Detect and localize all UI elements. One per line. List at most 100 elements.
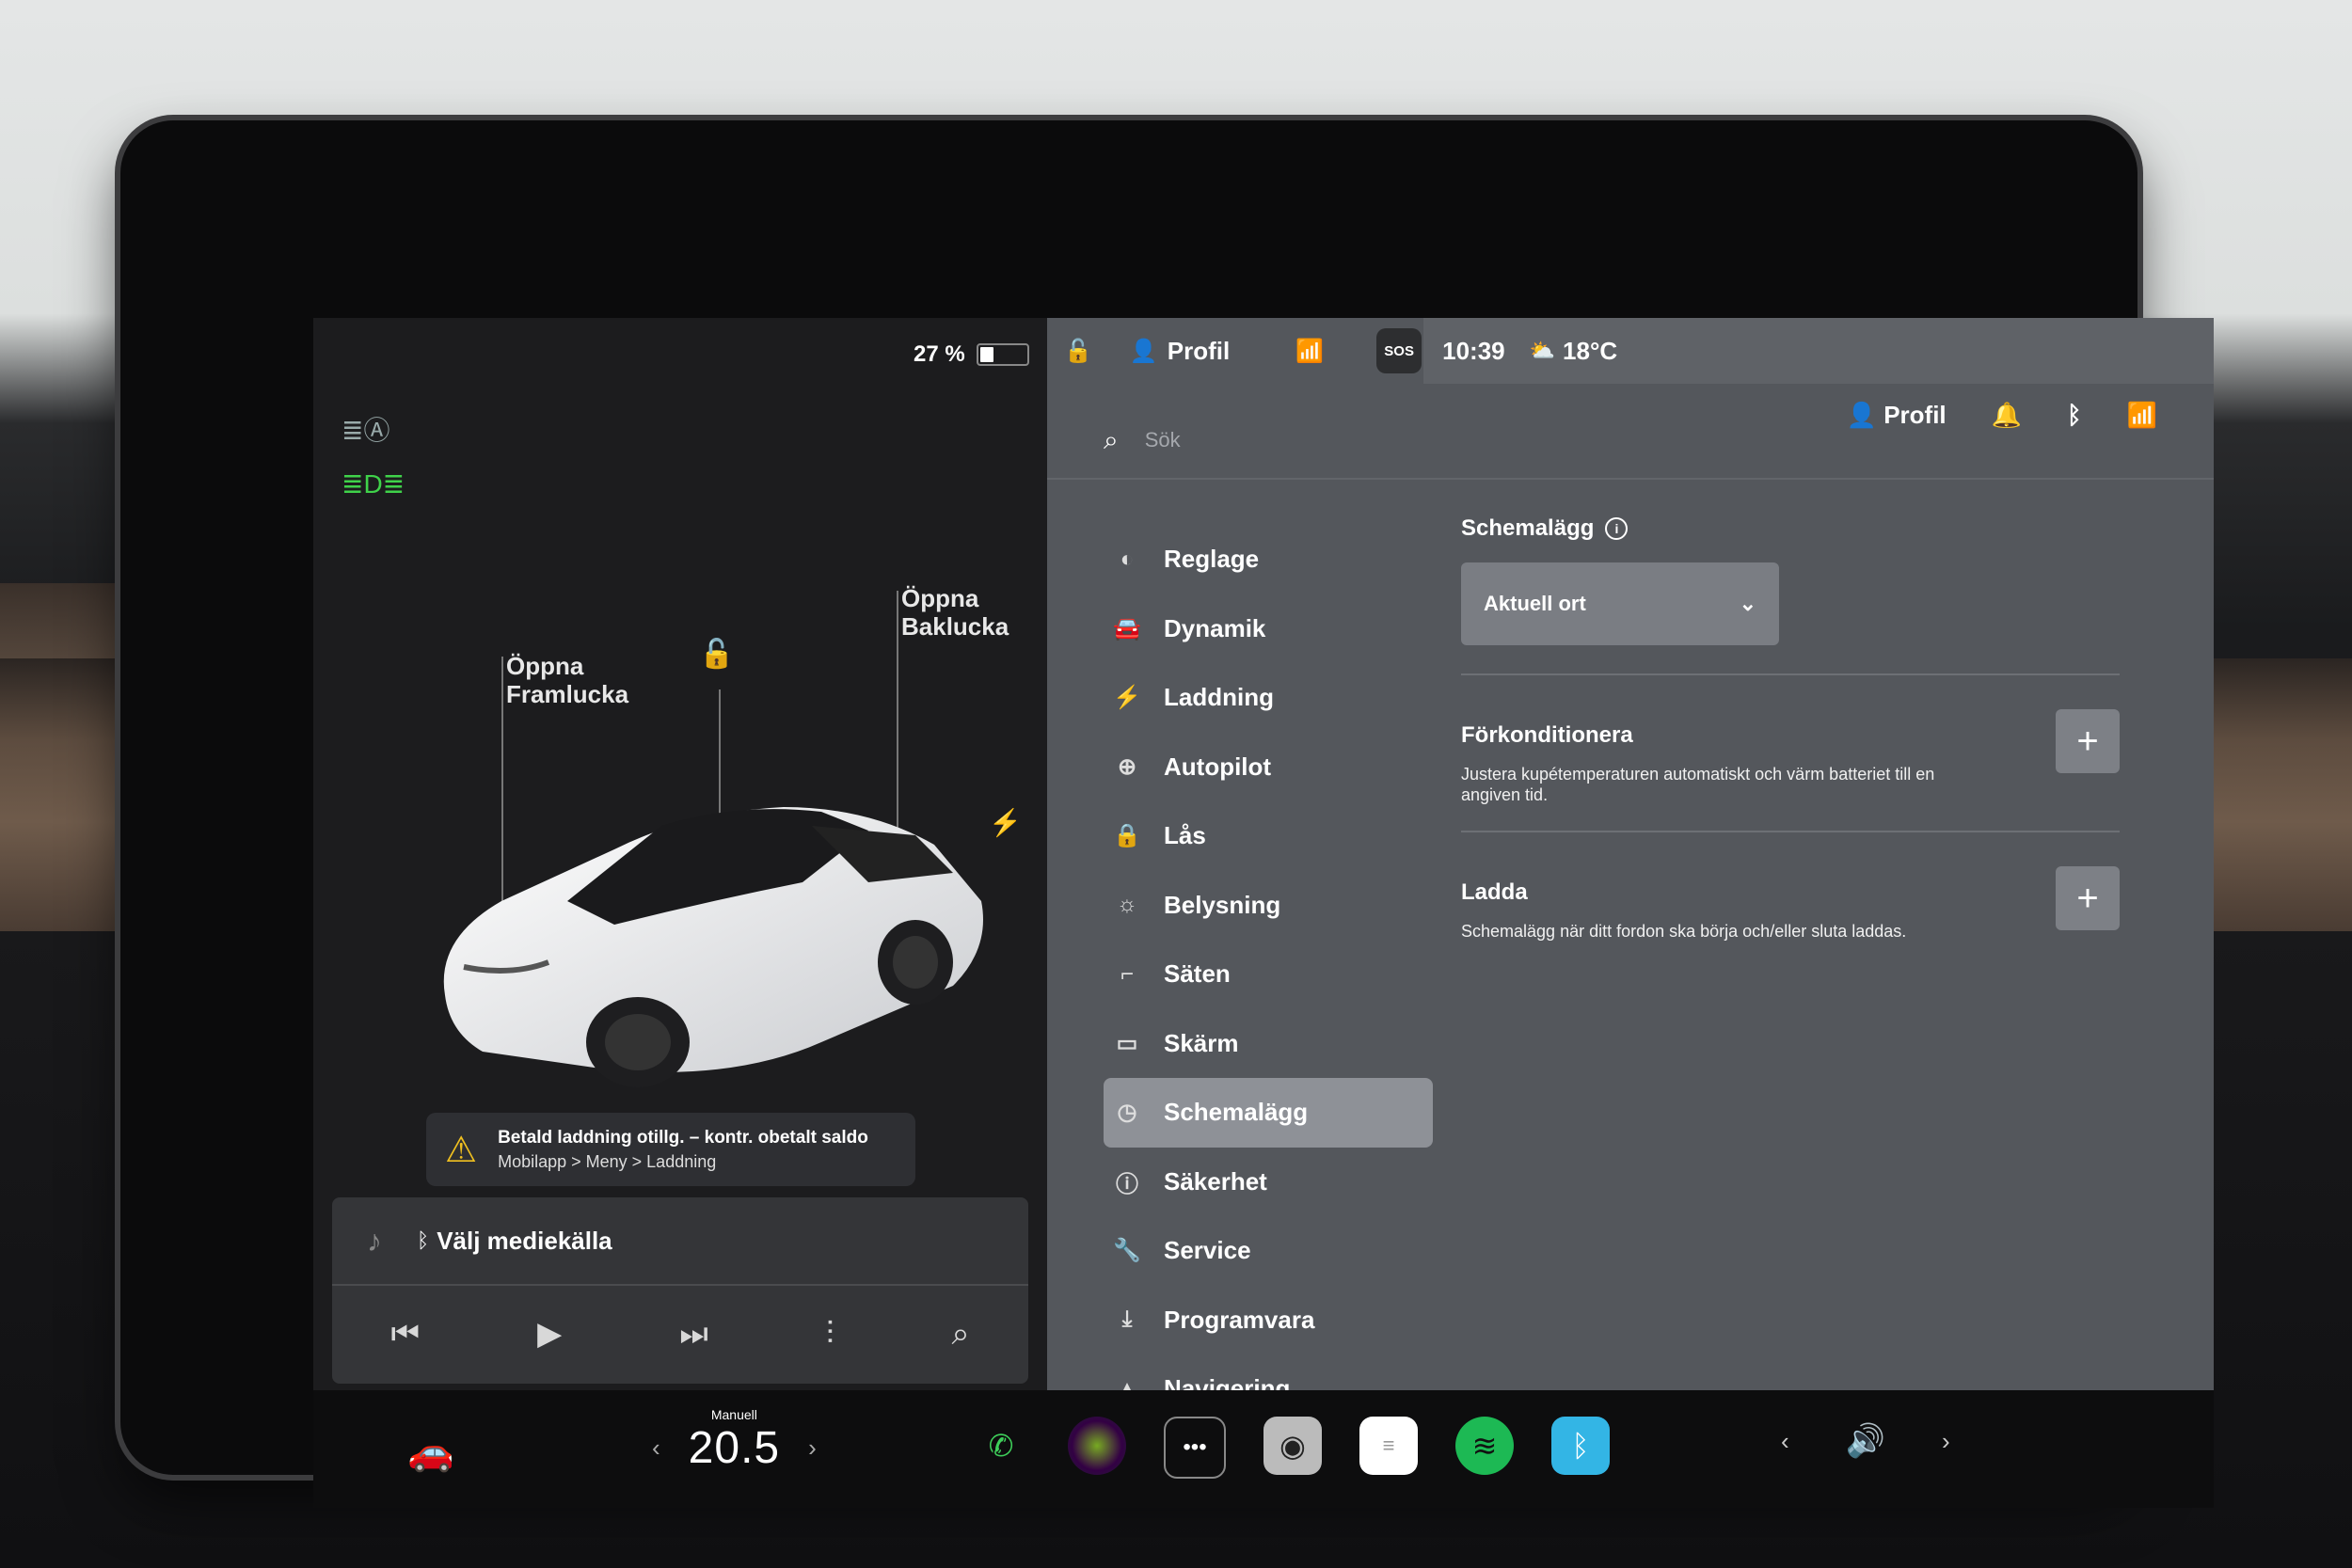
clock: 10:39 xyxy=(1442,336,1505,365)
open-trunk-label[interactable]: Öppna Baklucka xyxy=(901,584,1009,641)
warning-path: Mobilapp > Meny > Laddning xyxy=(498,1151,717,1171)
previous-track-icon[interactable]: ⏮ xyxy=(391,1316,421,1353)
bluetooth-app-icon[interactable]: ᛒ xyxy=(1551,1417,1610,1475)
equalizer-icon[interactable]: ⫶ xyxy=(826,1316,834,1353)
car-controls-icon[interactable]: 🚗 xyxy=(407,1430,454,1474)
menu-item-service[interactable]: 🔧 Service xyxy=(1104,1216,1433,1286)
menu-item-label: Schemalägg xyxy=(1164,1098,1309,1127)
spotify-icon[interactable]: ≋ xyxy=(1455,1417,1514,1475)
notification-bell-icon[interactable]: 🔔 xyxy=(1992,401,2022,430)
menu-item-säten[interactable]: ⌐ Säten xyxy=(1104,940,1433,1009)
volume-control: ‹ 🔊 › xyxy=(1781,1422,1950,1460)
precondition-description: Justera kupétemperaturen automatiskt och… xyxy=(1461,765,1935,804)
profile-button[interactable]: Profil xyxy=(1168,337,1230,366)
more-apps-icon[interactable]: ••• xyxy=(1164,1417,1226,1479)
clock-icon: ◷ xyxy=(1117,1100,1137,1126)
info-icon[interactable]: i xyxy=(1605,517,1629,540)
volume-down-icon[interactable]: ‹ xyxy=(1781,1427,1789,1456)
info-icon: ⓘ xyxy=(1116,1171,1138,1197)
settings-menu: ◐ Reglage 🚘 Dynamik ⚡ Laddning ⊕ Autopilot 🔒 Lås ☼… xyxy=(1104,525,1433,1424)
charging-warning-banner[interactable]: ⚠ Betald laddning otillg. – kontr. obeta… xyxy=(426,1113,915,1186)
app-dock: ✆ ••• ◉ ≡ ≋ ᛒ xyxy=(972,1417,1610,1479)
menu-item-dynamik[interactable]: 🚘 Dynamik xyxy=(1104,594,1433,664)
charge-section: Ladda Schemalägg när ditt fordon ska bör… xyxy=(1461,832,2120,978)
auto-headlight-icon[interactable]: ≣Ⓐ xyxy=(342,410,389,448)
car-model-image xyxy=(443,807,983,1087)
volume-up-icon[interactable]: › xyxy=(1942,1427,1950,1456)
outside-temp: 18°C xyxy=(1563,336,1618,365)
steering-wheel-icon: ⊕ xyxy=(1117,753,1137,780)
open-frunk-label[interactable]: Öppna Framlucka xyxy=(506,652,628,708)
search-icon: ⌕ xyxy=(1104,424,1119,454)
car-panel: 27 % ≣Ⓐ ≣D≣ Öppna Framlucka 🔓 Öppna Bakl… xyxy=(313,318,1047,1390)
location-dropdown[interactable]: Aktuell ort ⌄ xyxy=(1461,562,1779,645)
media-source-button[interactable]: Välj mediekälla xyxy=(437,1227,612,1256)
menu-item-label: Skärm xyxy=(1164,1028,1239,1057)
light-icon: ☼ xyxy=(1117,892,1137,918)
unlock-icon[interactable]: 🔓 xyxy=(699,638,734,671)
dashcam-icon[interactable]: ◉ xyxy=(1263,1417,1322,1475)
wifi-icon: 📶 xyxy=(1295,338,1325,364)
profile-icon: 👤 xyxy=(1129,338,1158,364)
menu-item-label: Programvara xyxy=(1164,1305,1315,1334)
battery-status: 27 % xyxy=(914,341,1029,368)
car-icon: 🚘 xyxy=(1113,615,1141,641)
lock-icon: 🔒 xyxy=(1113,823,1141,849)
menu-item-säkerhet[interactable]: ⓘ Säkerhet xyxy=(1104,1148,1433,1217)
notes-icon[interactable]: ≡ xyxy=(1359,1417,1418,1475)
charge-title: Ladda xyxy=(1461,879,1528,905)
add-charge-schedule-button[interactable]: + xyxy=(2056,866,2120,930)
battery-percent: 27 % xyxy=(914,341,965,367)
media-player: ♪ ᛒ Välj mediekälla ⏮ ▶ ⏭ ⫶ ⌕ xyxy=(332,1197,1028,1384)
lock-status-icon[interactable]: 🔓 xyxy=(1064,338,1092,365)
chevron-down-icon: ⌄ xyxy=(1739,592,1756,615)
seat-icon: ⌐ xyxy=(1120,960,1134,987)
status-bar: 🔓 👤 Profil 📶 SOS 10:39 ⛅ 18°C xyxy=(1047,318,2214,384)
menu-item-programvara[interactable]: ⤓ Programvara xyxy=(1104,1286,1433,1355)
low-beam-icon[interactable]: ≣D≣ xyxy=(342,468,405,499)
menu-item-label: Säkerhet xyxy=(1164,1166,1267,1196)
settings-panel: 🔓 👤 Profil 📶 SOS 10:39 ⛅ 18°C ⌕ Sök 👤 Pr… xyxy=(1047,318,2214,1402)
bluetooth-small-icon: ᛒ xyxy=(417,1228,430,1252)
warning-icon: ⚠ xyxy=(445,1130,478,1170)
search-placeholder: Sök xyxy=(1144,428,1181,451)
toggle-icon: ◐ xyxy=(1120,546,1135,572)
play-icon[interactable]: ▶ xyxy=(537,1315,562,1353)
display-icon: ▭ xyxy=(1116,1030,1138,1056)
bolt-icon: ⚡ xyxy=(1113,685,1141,711)
temp-down-icon[interactable]: ‹ xyxy=(652,1433,660,1463)
sos-button[interactable]: SOS xyxy=(1376,328,1422,373)
menu-item-autopilot[interactable]: ⊕ Autopilot xyxy=(1104,733,1433,802)
profile-header-button[interactable]: 👤 Profil xyxy=(1847,401,1947,430)
menu-item-label: Service xyxy=(1164,1236,1251,1265)
menu-item-laddning[interactable]: ⚡ Laddning xyxy=(1104,663,1433,733)
media-search-icon[interactable]: ⌕ xyxy=(951,1316,969,1353)
add-precondition-button[interactable]: + xyxy=(2056,709,2120,773)
temp-up-icon[interactable]: › xyxy=(808,1433,817,1463)
menu-item-belysning[interactable]: ☼ Belysning xyxy=(1104,871,1433,941)
battery-icon xyxy=(976,343,1029,366)
menu-item-label: Belysning xyxy=(1164,890,1281,919)
menu-item-skärm[interactable]: ▭ Skärm xyxy=(1104,1009,1433,1079)
climate-mode: Manuell xyxy=(710,1407,757,1422)
camera-app-icon[interactable] xyxy=(1068,1417,1126,1475)
volume-speaker-icon[interactable]: 🔊 xyxy=(1846,1422,1885,1460)
bottom-bar: 🚗 Manuell ‹ 20.5 › ✆ ••• ◉ ≡ ≋ ᛒ ‹ 🔊 › xyxy=(313,1390,2214,1508)
display-bezel: 27 % ≣Ⓐ ≣D≣ Öppna Framlucka 🔓 Öppna Bakl… xyxy=(120,120,2214,1508)
wifi-header-icon[interactable]: 📶 xyxy=(2127,401,2157,430)
climate-control[interactable]: Manuell ‹ 20.5 › xyxy=(652,1407,817,1474)
weather-icon: ⛅ xyxy=(1529,339,1556,362)
phone-icon[interactable]: ✆ xyxy=(972,1417,1030,1475)
wrench-icon: 🔧 xyxy=(1113,1238,1141,1264)
bluetooth-icon[interactable]: ᛒ xyxy=(2067,401,2082,430)
menu-item-label: Säten xyxy=(1164,959,1231,989)
warning-title: Betald laddning otillg. – kontr. obetalt… xyxy=(498,1127,868,1148)
menu-item-reglage[interactable]: ◐ Reglage xyxy=(1104,525,1433,594)
menu-item-label: Lås xyxy=(1164,821,1206,850)
menu-item-label: Dynamik xyxy=(1164,613,1266,642)
menu-item-lås[interactable]: 🔒 Lås xyxy=(1104,801,1433,871)
menu-item-label: Reglage xyxy=(1164,545,1260,574)
menu-item-schemalägg[interactable]: ◷ Schemalägg xyxy=(1104,1078,1433,1148)
next-track-icon[interactable]: ⏭ xyxy=(679,1316,708,1353)
music-note-icon: ♪ xyxy=(367,1223,382,1258)
